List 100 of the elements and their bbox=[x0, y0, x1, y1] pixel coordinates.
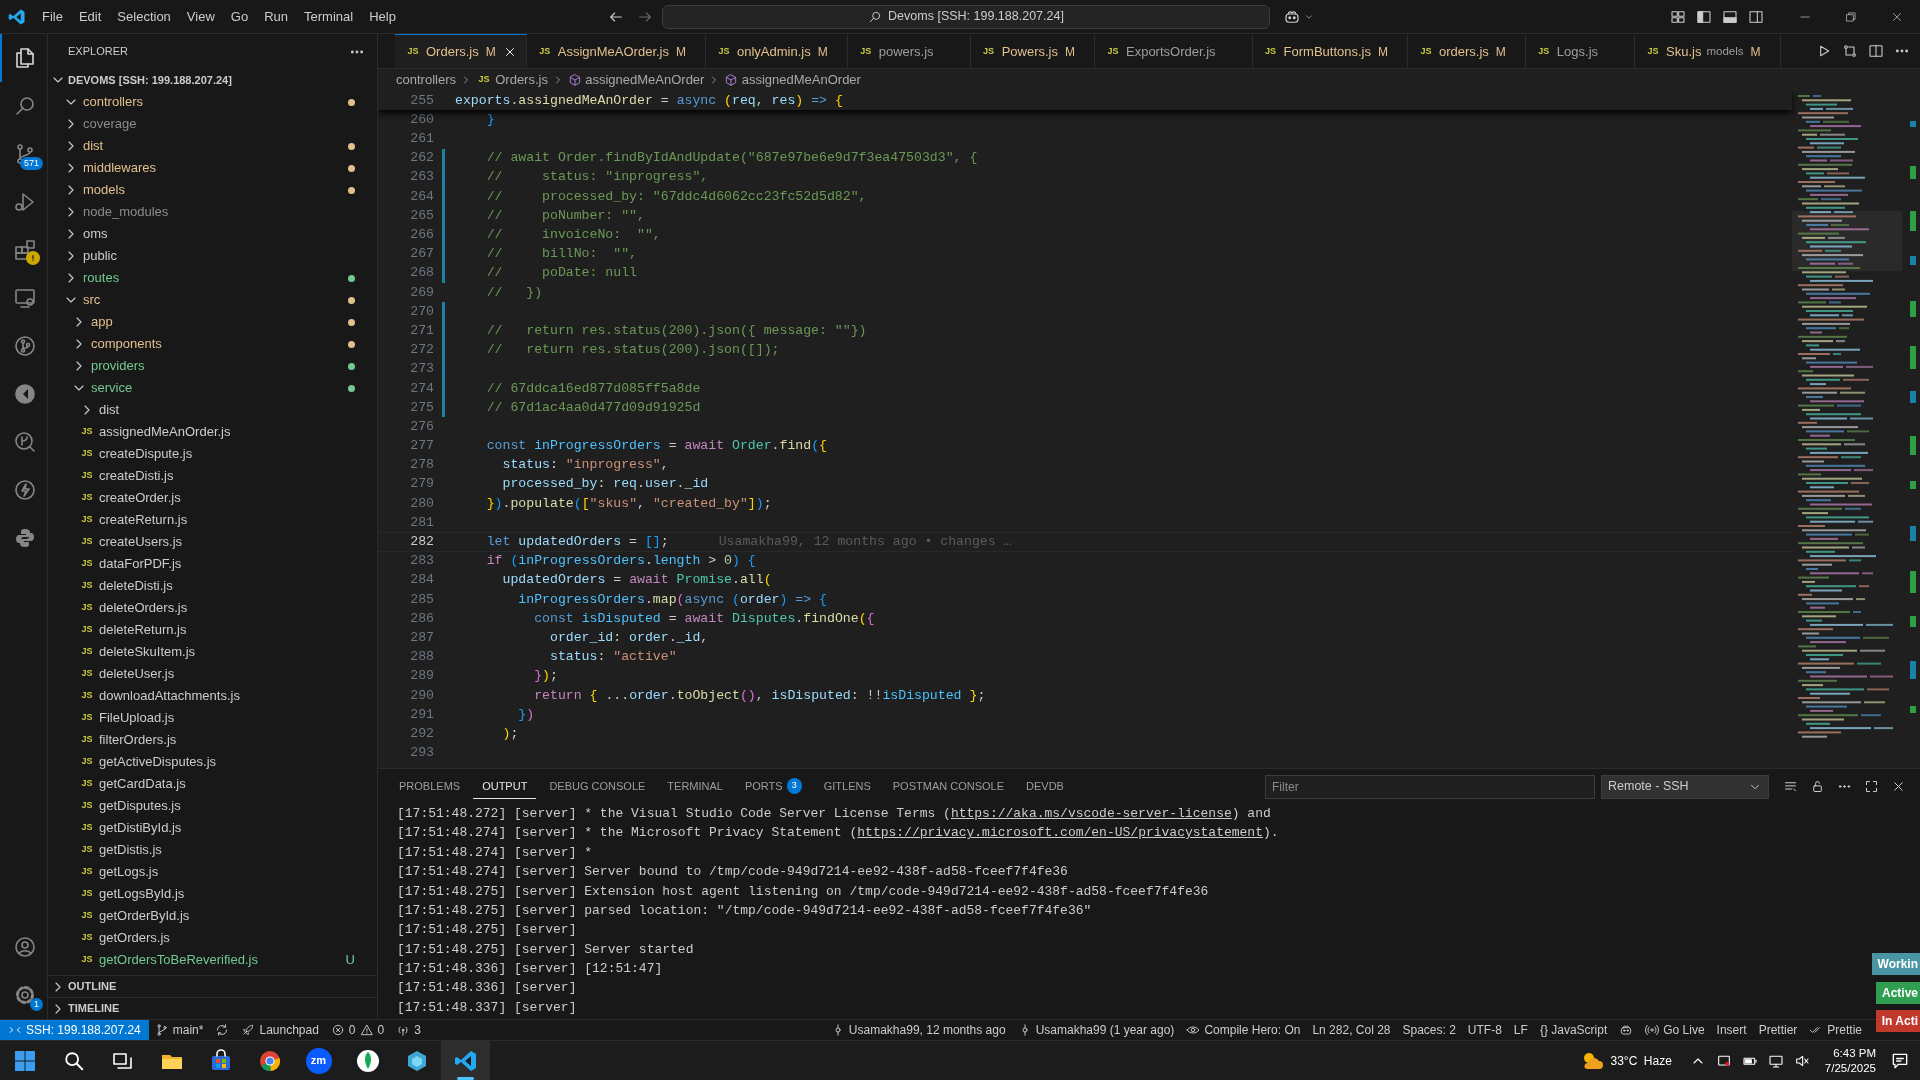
tree-item[interactable]: coverage bbox=[48, 113, 377, 135]
tree-item[interactable]: dist bbox=[48, 135, 377, 157]
split-editor-icon[interactable] bbox=[1868, 43, 1884, 59]
tree-item[interactable]: JS getActiveDisputes.js bbox=[48, 751, 377, 773]
tree-item[interactable]: middlewares bbox=[48, 157, 377, 179]
tree-item[interactable]: app bbox=[48, 311, 377, 333]
tree-item[interactable]: JS getCardData.js bbox=[48, 773, 377, 795]
status-item[interactable]: Usamakha99, 12 months ago bbox=[824, 1020, 1012, 1040]
activity-bar-tab[interactable]: 571 bbox=[0, 130, 47, 178]
tree-item[interactable]: JS FileUpload.js bbox=[48, 707, 377, 729]
tree-item[interactable]: JS getDisputes.js bbox=[48, 795, 377, 817]
maximize-icon[interactable] bbox=[1864, 779, 1879, 794]
status-tag[interactable]: In Acti bbox=[1875, 1010, 1920, 1032]
tree-item[interactable]: models bbox=[48, 179, 377, 201]
tree-item[interactable]: JS deleteUser.js bbox=[48, 663, 377, 685]
panel-tab[interactable]: GITLENS bbox=[814, 773, 880, 800]
menu-item[interactable]: Selection bbox=[109, 3, 179, 30]
tree-item[interactable]: service bbox=[48, 377, 377, 399]
panel-tab[interactable]: TERMINAL bbox=[658, 773, 732, 800]
status-item[interactable]: Prettie bbox=[1803, 1020, 1868, 1040]
tree-item[interactable]: providers bbox=[48, 355, 377, 377]
breadcrumb-item[interactable]: JS Orders.js bbox=[475, 70, 548, 90]
status-item[interactable]: SSH: 199.188.207.24 bbox=[0, 1020, 149, 1040]
status-item[interactable]: Spaces: 2 bbox=[1396, 1020, 1462, 1040]
tree-item[interactable]: JS deleteOrders.js bbox=[48, 597, 377, 619]
filter-field[interactable]: Filter bbox=[1265, 774, 1595, 799]
status-item[interactable]: main* bbox=[148, 1020, 210, 1040]
filter-list-icon[interactable] bbox=[1783, 779, 1798, 794]
status-item[interactable]: 3 bbox=[390, 1020, 427, 1040]
breadcrumb-item[interactable]: assignedMeAnOrder bbox=[724, 70, 861, 90]
panel-tab[interactable]: OUTPUT bbox=[473, 773, 537, 800]
status-item[interactable]: {} JavaScript bbox=[1533, 1020, 1614, 1040]
status-item[interactable]: Prettier bbox=[1752, 1020, 1804, 1040]
panel-tab[interactable]: PROBLEMS bbox=[390, 773, 470, 800]
tree-item[interactable]: JS getOrdersToBeReverified.js U bbox=[48, 949, 377, 971]
status-item[interactable]: Launchpad bbox=[235, 1020, 325, 1040]
tree-item[interactable]: src bbox=[48, 289, 377, 311]
lock-icon[interactable] bbox=[1810, 779, 1825, 794]
weather-widget[interactable]: 33°C Haze bbox=[1580, 1048, 1672, 1073]
editor-tab[interactable]: JS Orders.js M bbox=[395, 34, 527, 68]
layout-grid-icon[interactable] bbox=[1670, 8, 1686, 25]
tree-item[interactable]: JS getOrders.js bbox=[48, 927, 377, 949]
menu-item[interactable]: Terminal bbox=[296, 3, 362, 30]
secondary-sidebar-icon[interactable] bbox=[1748, 8, 1764, 25]
tree-item[interactable]: JS createReturn.js bbox=[48, 509, 377, 531]
section-header[interactable]: OUTLINE bbox=[48, 975, 377, 997]
tree-item[interactable]: JS createDispute.js bbox=[48, 443, 377, 465]
menu-item[interactable]: View bbox=[178, 3, 223, 30]
tree-item[interactable]: JS createDisti.js bbox=[48, 465, 377, 487]
tree-item[interactable]: JS deleteDisti.js bbox=[48, 575, 377, 597]
status-item[interactable]: Go Live bbox=[1639, 1020, 1711, 1040]
menu-item[interactable]: Go bbox=[222, 3, 257, 30]
panel-tab[interactable]: PORTS 3 bbox=[735, 773, 811, 800]
tree-item[interactable]: JS getOrderById.js bbox=[48, 905, 377, 927]
tree-item[interactable]: JS downloadAttachments.js bbox=[48, 685, 377, 707]
tree-item[interactable]: JS getLogs.js bbox=[48, 861, 377, 883]
tree-item[interactable]: JS createUsers.js bbox=[48, 531, 377, 553]
clock[interactable]: 6:43 PM 7/25/2025 bbox=[1814, 1045, 1886, 1076]
restore-icon[interactable] bbox=[1844, 9, 1858, 24]
tree-item[interactable]: dist bbox=[48, 399, 377, 421]
panel-tab[interactable]: DEVDB bbox=[1017, 773, 1073, 800]
tree-item[interactable]: JS filterOrders.js bbox=[48, 729, 377, 751]
tree-item[interactable]: JS deleteSkuItem.js bbox=[48, 641, 377, 663]
tree-item[interactable]: node_modules bbox=[48, 201, 377, 223]
compare-icon[interactable] bbox=[1842, 43, 1858, 59]
tree-item[interactable]: JS deleteReturn.js bbox=[48, 619, 377, 641]
tree-item[interactable]: controllers bbox=[48, 91, 377, 113]
status-item[interactable]: Insert bbox=[1710, 1020, 1753, 1040]
link[interactable]: https://privacy.microsoft.com/en-US/privacystatement bbox=[857, 823, 1263, 843]
breadcrumb-item[interactable]: controllers bbox=[396, 70, 456, 90]
tree-item[interactable]: JS getDistiById.js bbox=[48, 817, 377, 839]
tree-item[interactable]: JS createOrder.js bbox=[48, 487, 377, 509]
panel-tab[interactable]: POSTMAN CONSOLE bbox=[883, 773, 1013, 800]
tree-item[interactable]: JS assignedMeAnOrder.js bbox=[48, 421, 377, 443]
menu-item[interactable]: Run bbox=[256, 3, 296, 30]
menu-item[interactable]: Help bbox=[361, 3, 404, 30]
channel-dropdown[interactable]: Remote - SSH bbox=[1601, 774, 1769, 799]
taskbar-app[interactable] bbox=[441, 1040, 490, 1080]
status-item[interactable]: Ln 282, Col 28 bbox=[1306, 1020, 1397, 1040]
menu-item[interactable]: File bbox=[34, 3, 71, 30]
tree-item[interactable]: oms bbox=[48, 223, 377, 245]
explorer-root[interactable]: DEVOMS [SSH: 199.188.207.24] bbox=[48, 69, 377, 91]
problems-indicator[interactable]: 0 0 bbox=[324, 1020, 391, 1040]
close-icon[interactable] bbox=[1891, 779, 1906, 794]
tree-item[interactable]: components bbox=[48, 333, 377, 355]
status-item[interactable]: UTF-8 bbox=[1461, 1020, 1508, 1040]
panel-tab[interactable]: DEBUG CONSOLE bbox=[540, 773, 655, 800]
status-item[interactable]: Usamakha99 (1 year ago) bbox=[1011, 1020, 1181, 1040]
status-item[interactable]: LF bbox=[1507, 1020, 1534, 1040]
tree-item[interactable]: JS dataForPDF.js bbox=[48, 553, 377, 575]
status-item[interactable]: Compile Hero: On bbox=[1180, 1020, 1307, 1040]
breadcrumb-item[interactable]: assignedMeAnOrder bbox=[567, 70, 705, 90]
sidebar-toggle-icon[interactable] bbox=[1696, 8, 1712, 25]
tree-item[interactable]: routes bbox=[48, 267, 377, 289]
panel-toggle-icon[interactable] bbox=[1722, 8, 1738, 25]
taskbar-app[interactable]: zm bbox=[294, 1040, 343, 1080]
command-center[interactable]: Devoms [SSH: 199.188.207.24] bbox=[662, 4, 1270, 29]
tree-item[interactable]: JS getDistis.js bbox=[48, 839, 377, 861]
menu-item[interactable]: Edit bbox=[70, 3, 110, 30]
tree-item[interactable]: JS getLogsById.js bbox=[48, 883, 377, 905]
